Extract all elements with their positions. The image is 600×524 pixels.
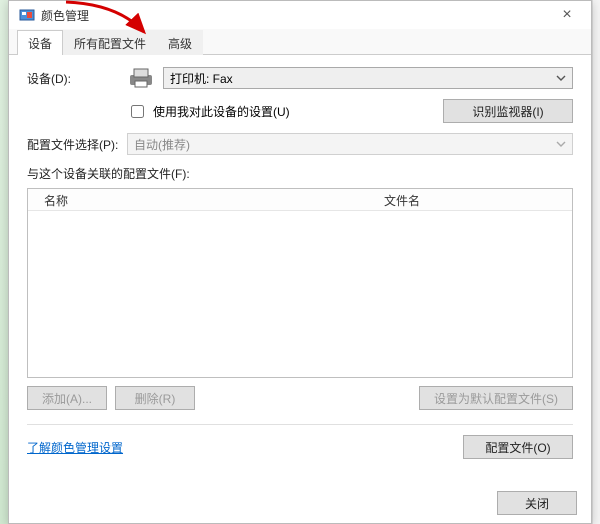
color-management-window: 颜色管理 × 设备 所有配置文件 高级 设备(D): 打印机: Fax <box>8 0 592 524</box>
learn-color-management-link[interactable]: 了解颜色管理设置 <box>27 439 123 456</box>
device-row: 设备(D): 打印机: Fax <box>27 67 573 89</box>
profile-select-dropdown: 自动(推荐) <box>127 133 573 155</box>
tab-all-profiles[interactable]: 所有配置文件 <box>63 30 157 55</box>
close-button[interactable]: × <box>547 1 587 29</box>
use-my-settings-label: 使用我对此设备的设置(U) <box>153 103 290 120</box>
column-header-filename[interactable]: 文件名 <box>368 189 572 210</box>
remove-button: 删除(R) <box>115 386 195 410</box>
use-my-settings-checkbox[interactable]: 使用我对此设备的设置(U) <box>127 102 290 121</box>
tab-all-profiles-label: 所有配置文件 <box>74 37 146 51</box>
profile-buttons-row: 添加(A)... 删除(R) 设置为默认配置文件(S) <box>27 386 573 410</box>
tab-advanced-label: 高级 <box>168 37 192 51</box>
use-my-settings-input[interactable] <box>131 105 144 118</box>
profiles-button[interactable]: 配置文件(O) <box>463 435 573 459</box>
profile-list-header: 名称 文件名 <box>28 189 572 211</box>
app-icon <box>19 7 35 23</box>
content-area: 设备(D): 打印机: Fax 使用我对此设备的设置(U) <box>9 55 591 467</box>
footer-row: 了解颜色管理设置 配置文件(O) <box>27 435 573 459</box>
tab-device[interactable]: 设备 <box>17 30 63 55</box>
column-header-name[interactable]: 名称 <box>28 189 368 210</box>
profile-list[interactable]: 名称 文件名 <box>27 188 573 378</box>
profile-select-row: 配置文件选择(P): 自动(推荐) <box>27 133 573 155</box>
close-dialog-button[interactable]: 关闭 <box>497 491 577 515</box>
set-default-profile-button: 设置为默认配置文件(S) <box>419 386 573 410</box>
associated-profiles-label: 与这个设备关联的配置文件(F): <box>27 165 573 182</box>
tab-device-label: 设备 <box>28 37 52 51</box>
tab-advanced[interactable]: 高级 <box>157 30 203 55</box>
add-button: 添加(A)... <box>27 386 107 410</box>
divider <box>27 424 573 425</box>
titlebar: 颜色管理 × <box>9 1 591 29</box>
window-title: 颜色管理 <box>41 7 547 24</box>
close-icon: × <box>562 6 571 24</box>
profile-select-value: 自动(推荐) <box>134 136 190 153</box>
background-left-strip <box>0 0 8 524</box>
dialog-footer: 关闭 <box>497 491 577 515</box>
profile-select-label: 配置文件选择(P): <box>27 136 127 153</box>
use-settings-row: 使用我对此设备的设置(U) 识别监视器(I) <box>27 99 573 123</box>
background-right-strip <box>592 0 600 524</box>
device-dropdown-value: 打印机: Fax <box>170 70 233 87</box>
chevron-down-icon <box>556 71 566 88</box>
tab-bar: 设备 所有配置文件 高级 <box>9 29 591 55</box>
identify-monitors-button[interactable]: 识别监视器(I) <box>443 99 573 123</box>
printer-icon <box>127 67 155 89</box>
device-label: 设备(D): <box>27 70 127 87</box>
chevron-down-icon <box>556 137 566 154</box>
device-dropdown[interactable]: 打印机: Fax <box>163 67 573 89</box>
